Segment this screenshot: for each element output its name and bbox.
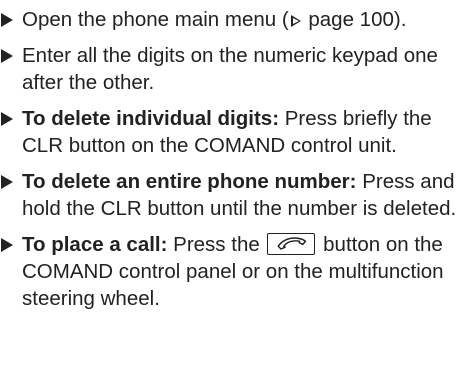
bullet-triangle-icon <box>1 13 13 27</box>
step-lead: To delete individual digits: <box>22 107 280 130</box>
bullet-triangle-icon <box>1 49 13 63</box>
page-reference-icon <box>290 15 301 27</box>
step-place-call: To place a call: Press the button on the… <box>0 231 470 312</box>
step-open-menu: Open the phone main menu ( page 100). <box>0 6 470 33</box>
step-lead: To place a call: <box>22 233 168 256</box>
step-text: Enter all the digits on the numeric keyp… <box>22 44 438 94</box>
step-text: Press the <box>167 233 266 256</box>
instruction-page: Open the phone main menu ( page 100). En… <box>0 0 470 378</box>
bullet-triangle-icon <box>1 112 13 126</box>
bullet-triangle-icon <box>1 175 13 189</box>
step-lead: To delete an entire phone number: <box>22 170 357 193</box>
step-text: Open the phone main menu ( <box>22 8 289 31</box>
phone-handset-icon <box>267 233 316 255</box>
step-text: page 100). <box>302 8 407 31</box>
step-enter-digits: Enter all the digits on the numeric keyp… <box>0 42 470 96</box>
step-delete-digits: To delete individual digits: Press brief… <box>0 105 470 159</box>
step-delete-number: To delete an entire phone number: Press … <box>0 168 470 222</box>
bullet-triangle-icon <box>1 238 13 252</box>
